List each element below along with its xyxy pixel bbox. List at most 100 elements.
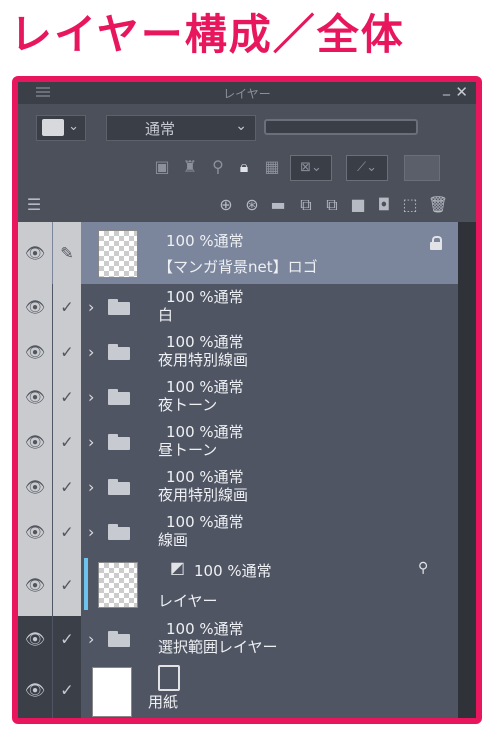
visibility-toggle[interactable]: 👁: [18, 374, 52, 419]
page-heading: レイヤー構成／全体: [10, 10, 405, 59]
layer-color-select[interactable]: ⌄: [36, 115, 86, 141]
copy-layer-icon[interactable]: ⬚: [398, 193, 422, 217]
mask-toggle-button[interactable]: ⊠⌄: [290, 155, 332, 181]
edit-target-indicator[interactable]: ✓: [53, 374, 81, 419]
ruler-toggle-button[interactable]: ⟋⌄: [346, 155, 388, 181]
layer-name: 白: [158, 306, 174, 324]
edit-target-indicator[interactable]: ✓: [53, 616, 81, 661]
layer-name: 夜トーン: [158, 396, 218, 414]
layer-name: 用紙: [148, 693, 179, 711]
layer-row[interactable]: 👁 ✓ › 100 %通常 夜用特別線画: [18, 464, 458, 510]
visibility-toggle[interactable]: 👁: [18, 616, 52, 661]
color-swatch: [42, 119, 64, 136]
check-icon: ✓: [60, 522, 74, 541]
new-raster-layer-icon[interactable]: ⊕: [214, 193, 238, 217]
close-button[interactable]: ✕: [455, 83, 468, 101]
expand-chevron-icon[interactable]: ›: [88, 477, 94, 496]
visibility-toggle[interactable]: 👁: [18, 329, 52, 374]
expand-chevron-icon[interactable]: ›: [88, 522, 94, 541]
layer-name: 線画: [158, 531, 189, 549]
check-icon: ✓: [60, 680, 74, 699]
mask-icon[interactable]: ■: [346, 193, 370, 217]
layer-name: 夜用特別線画: [158, 486, 249, 504]
draft-layer-icon: ⚲: [418, 560, 429, 576]
folder-icon: [108, 523, 130, 540]
check-icon: ✓: [60, 575, 74, 595]
visibility-toggle[interactable]: 👁: [18, 554, 52, 616]
pen-icon: ✎: [60, 243, 74, 263]
expand-chevron-icon[interactable]: ›: [88, 629, 94, 648]
eye-icon: 👁: [24, 432, 46, 451]
edit-target-indicator[interactable]: ✓: [53, 554, 81, 616]
layer-name: 昼トーン: [158, 441, 218, 459]
layer-thumbnail: [92, 667, 132, 717]
opacity-slider[interactable]: [264, 119, 418, 135]
layer-color-button[interactable]: [404, 155, 440, 181]
clip-icon[interactable]: ▣: [150, 155, 174, 179]
draft-layer-icon[interactable]: ⚲: [206, 155, 230, 179]
folder-icon: [108, 343, 130, 360]
layer-row[interactable]: 👁 ✓ › 100 %通常 夜用特別線画: [18, 329, 458, 375]
layer-opacity-mode: 100 %通常: [166, 288, 244, 306]
visibility-toggle[interactable]: 👁: [18, 464, 52, 509]
lock-transparency-icon[interactable]: ▦: [260, 155, 284, 179]
folder-icon: [108, 388, 130, 405]
eye-icon: 👁: [24, 243, 46, 263]
edit-target-indicator[interactable]: ✓: [53, 329, 81, 374]
visibility-toggle[interactable]: 👁: [18, 419, 52, 464]
expand-chevron-icon[interactable]: ›: [88, 297, 94, 316]
layer-action-toolbar: ☰ ⊕ ⊛ ▬ ⧉ ⧉ ■ ◘ ⬚ 🗑︎: [18, 188, 476, 222]
panel-menu-icon[interactable]: ☰: [22, 193, 46, 217]
expand-chevron-icon[interactable]: ›: [88, 342, 94, 361]
visibility-toggle[interactable]: 👁: [18, 222, 52, 284]
check-icon: ✓: [60, 629, 74, 648]
layer-list-scrollbar[interactable]: [458, 222, 476, 718]
layer-row[interactable]: 👁 ✓ › 100 %通常 選択範囲レイヤー: [18, 616, 458, 662]
apply-mask-icon[interactable]: ◘: [372, 193, 396, 217]
new-vector-layer-icon[interactable]: ⊛: [240, 193, 264, 217]
edit-target-indicator[interactable]: ✓: [53, 509, 81, 554]
chevron-down-icon: ⌄: [68, 119, 79, 134]
layer-name: 【マンガ背景net】ロゴ: [158, 258, 318, 276]
eye-icon: 👁: [24, 342, 46, 361]
visibility-toggle[interactable]: 👁: [18, 284, 52, 329]
panel-settings-row: ⌄ 通常 ⌄: [18, 110, 476, 144]
trash-icon[interactable]: 🗑︎: [426, 193, 450, 217]
layer-opacity-mode: 100 %通常: [166, 232, 244, 250]
visibility-toggle[interactable]: 👁: [18, 509, 52, 554]
new-folder-icon[interactable]: ▬: [266, 193, 290, 217]
edit-target-indicator[interactable]: ✓: [53, 661, 81, 718]
merge-down-icon[interactable]: ⧉: [320, 193, 344, 217]
panel-title: レイヤー: [223, 87, 271, 101]
layer-panel: レイヤー _ ✕ ⌄ 通常 ⌄ ▣ ♜ ⚲ 🔒︎ ▦ ⊠⌄ ⟋⌄ ☰ ⊕ ⊛ ▬…: [18, 82, 476, 718]
layer-row[interactable]: 👁 ✓ 用紙: [18, 661, 458, 718]
expand-chevron-icon[interactable]: ›: [88, 387, 94, 406]
layer-row[interactable]: 👁 ✓ › 100 %通常 線画: [18, 509, 458, 555]
eye-icon: 👁: [24, 575, 46, 595]
lock-icon[interactable]: 🔒︎: [232, 155, 256, 179]
layer-opacity-mode: 100 %通常: [166, 468, 244, 486]
layer-row[interactable]: 👁 ✓ › 100 %通常 白: [18, 284, 458, 330]
minimize-button[interactable]: _: [443, 82, 450, 96]
edit-target-indicator[interactable]: ✎: [53, 222, 81, 284]
eye-icon: 👁: [24, 522, 46, 541]
layer-thumbnail: [98, 230, 138, 278]
check-icon: ✓: [60, 477, 74, 496]
lock-icon: [430, 236, 442, 250]
layer-row[interactable]: 👁 ✓ › 100 %通常 昼トーン: [18, 419, 458, 465]
expand-chevron-icon[interactable]: ›: [88, 432, 94, 451]
reference-layer-icon[interactable]: ♜: [178, 155, 202, 179]
edit-target-indicator[interactable]: ✓: [53, 284, 81, 329]
blend-mode-select[interactable]: 通常 ⌄: [106, 115, 256, 141]
folder-icon: [108, 630, 130, 647]
layer-row[interactable]: 👁 ✓ ◩ 100 %通常 レイヤー ⚲: [18, 554, 458, 617]
check-icon: ✓: [60, 432, 74, 451]
edit-target-indicator[interactable]: ✓: [53, 464, 81, 509]
edit-target-indicator[interactable]: ✓: [53, 419, 81, 464]
visibility-toggle[interactable]: 👁: [18, 661, 52, 718]
layer-row[interactable]: 👁 ✎ 100 %通常 【マンガ背景net】ロゴ: [18, 222, 458, 285]
layer-opacity-mode: 100 %通常: [166, 423, 244, 441]
check-icon: ✓: [60, 387, 74, 406]
transfer-to-lower-layer-icon[interactable]: ⧉: [294, 193, 318, 217]
layer-row[interactable]: 👁 ✓ › 100 %通常 夜トーン: [18, 374, 458, 420]
